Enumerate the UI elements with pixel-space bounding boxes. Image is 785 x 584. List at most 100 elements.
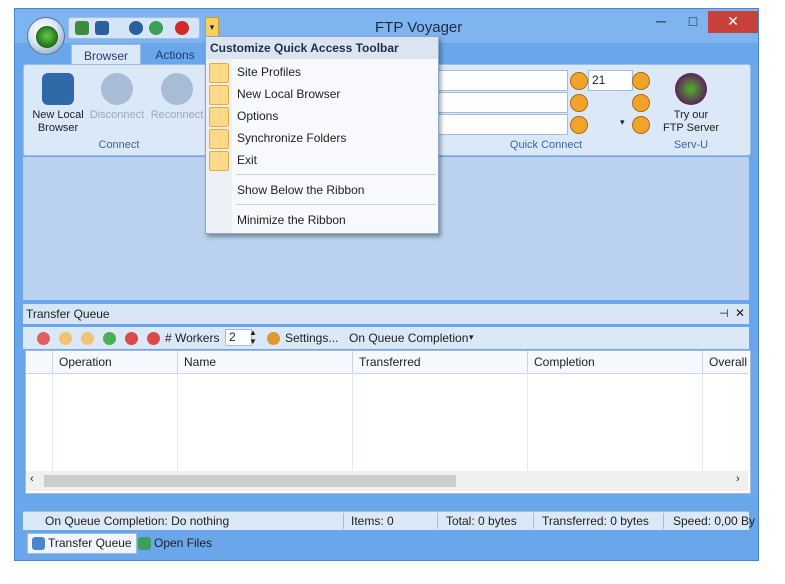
ftp-voyager-logo-icon <box>36 26 58 48</box>
skip-icon[interactable] <box>59 332 72 345</box>
workers-label: # Workers <box>165 331 220 345</box>
pin-icon[interactable]: ⊣ <box>719 307 729 320</box>
pause-icon[interactable] <box>81 332 94 345</box>
connect-group-label: Connect <box>98 139 140 151</box>
status-separator <box>663 513 664 529</box>
menu-item-minimize-ribbon[interactable]: Minimize the Ribbon <box>206 209 438 231</box>
remove-icon[interactable] <box>125 332 138 345</box>
qat-customize-dropdown[interactable]: ▾ <box>205 17 219 37</box>
new-local-browser-icon[interactable] <box>95 21 109 35</box>
scroll-left-icon[interactable]: ‹ <box>30 473 34 485</box>
new-local-browser-button[interactable]: New Local Browser <box>28 73 88 135</box>
transfer-queue-toolbar: # Workers 2 ▲ ▼ Settings... On Queue Comp… <box>23 327 749 349</box>
customize-qat-menu: Customize Quick Access Toolbar Site Prof… <box>205 36 439 234</box>
protocol-icon[interactable] <box>570 116 588 134</box>
menu-item-label: Show Below the Ribbon <box>237 183 365 197</box>
status-bar: On Queue Completion: Do nothing Items: 0… <box>23 511 755 530</box>
options-icon[interactable] <box>129 21 143 35</box>
grid-divider <box>702 373 703 471</box>
menu-item-label: New Local Browser <box>237 87 341 101</box>
on-queue-completion-dropdown[interactable]: On Queue Completion <box>349 331 468 345</box>
checked-icon <box>209 85 229 105</box>
menu-item-new-local-browser[interactable]: New Local Browser <box>206 83 438 105</box>
column-completion[interactable]: Completion <box>527 351 702 373</box>
menu-item-label: Minimize the Ribbon <box>237 213 346 227</box>
try-servu-button[interactable]: Try our FTP Server <box>660 73 722 135</box>
scroll-right-icon[interactable]: › <box>736 473 740 485</box>
tab-open-files[interactable]: Open Files <box>133 533 217 554</box>
quick-connect-host-field[interactable] <box>436 70 568 91</box>
transfer-queue-title: Transfer Queue <box>26 307 110 321</box>
grid-header: Operation Name Transferred Completion Ov… <box>26 351 748 374</box>
bottom-tabs: Transfer Queue Open Files <box>23 532 749 554</box>
remove-all-icon[interactable] <box>147 332 160 345</box>
open-files-icon <box>138 537 151 550</box>
workers-spinner-arrows-icon[interactable]: ▲ ▼ <box>249 328 257 346</box>
grid-divider <box>527 373 528 471</box>
try-servu-label: Try our FTP Server <box>662 109 720 134</box>
menu-item-synchronize-folders[interactable]: Synchronize Folders <box>206 127 438 149</box>
column-operation[interactable]: Operation <box>52 351 177 373</box>
menu-item-label: Site Profiles <box>237 65 302 79</box>
window-title: FTP Voyager <box>375 19 463 36</box>
workers-spinner[interactable]: 2 <box>225 329 252 346</box>
transfer-queue-header: Transfer Queue ⊣ ✕ <box>23 304 749 324</box>
menu-header: Customize Quick Access Toolbar <box>206 37 438 59</box>
servu-group-label: Serv-U <box>673 139 709 151</box>
column-name[interactable]: Name <box>177 351 352 373</box>
scrollbar-thumb[interactable] <box>44 475 456 487</box>
menu-item-show-below-ribbon[interactable]: Show Below the Ribbon <box>206 179 438 201</box>
tab-transfer-queue-label: Transfer Queue <box>48 536 132 550</box>
grid-divider <box>177 373 178 471</box>
connect-arrow-icon[interactable] <box>632 116 650 134</box>
disconnect-button[interactable]: Disconnect <box>88 73 146 122</box>
port-icon <box>570 72 588 90</box>
on-queue-completion-arrow-icon[interactable]: ▾ <box>469 332 474 343</box>
app-menu-orb[interactable] <box>27 17 65 55</box>
port-field[interactable]: 21 <box>588 70 633 91</box>
site-profiles-icon[interactable] <box>75 21 89 35</box>
quick-connect-password-field[interactable] <box>436 114 568 135</box>
status-speed: Speed: 0,00 By <box>673 514 756 528</box>
checked-icon <box>209 151 229 171</box>
quick-connect-go-icon[interactable] <box>632 72 650 90</box>
column-transferred[interactable]: Transferred <box>352 351 527 373</box>
close-button[interactable]: ✕ <box>708 11 758 33</box>
save-icon[interactable] <box>632 94 650 112</box>
user-icon <box>570 94 588 112</box>
tab-actions[interactable]: Actions <box>145 44 205 66</box>
quick-connect-user-field[interactable] <box>436 92 568 113</box>
tab-open-files-label: Open Files <box>154 536 213 550</box>
close-panel-icon[interactable]: ✕ <box>735 306 745 320</box>
horizontal-scrollbar[interactable]: ‹ › <box>26 471 748 491</box>
checked-icon <box>209 63 229 83</box>
menu-item-exit[interactable]: Exit <box>206 149 438 171</box>
exit-icon[interactable] <box>175 21 189 35</box>
menu-item-label: Synchronize Folders <box>237 131 347 145</box>
disconnect-label: Disconnect <box>89 109 145 121</box>
protocol-dropdown-arrow-icon[interactable]: ▾ <box>620 117 625 128</box>
disconnect-icon <box>101 73 133 105</box>
servu-logo-icon <box>675 73 707 105</box>
stop-icon[interactable] <box>37 332 50 345</box>
status-separator <box>533 513 534 529</box>
grid-divider <box>52 373 53 471</box>
tab-transfer-queue[interactable]: Transfer Queue <box>27 533 137 554</box>
status-total: Total: 0 bytes <box>446 514 517 528</box>
menu-item-site-profiles[interactable]: Site Profiles <box>206 61 438 83</box>
settings-button[interactable]: Settings... <box>285 331 338 345</box>
reconnect-button[interactable]: Reconnect <box>148 73 206 122</box>
menu-item-label: Exit <box>237 153 258 167</box>
status-transferred: Transferred: 0 bytes <box>542 514 649 528</box>
synchronize-icon[interactable] <box>149 21 163 35</box>
new-local-browser-label: New Local Browser <box>32 109 84 134</box>
menu-separator <box>236 204 436 205</box>
play-icon[interactable] <box>103 332 116 345</box>
transfer-queue-grid: Operation Name Transferred Completion Ov… <box>25 350 751 494</box>
status-separator <box>343 513 344 529</box>
menu-item-options[interactable]: Options <box>206 105 438 127</box>
quick-connect-group-label: Quick Connect <box>509 139 583 151</box>
menu-item-label: Options <box>237 109 279 123</box>
column-overall[interactable]: Overall <box>702 351 748 373</box>
grid-divider <box>352 373 353 471</box>
